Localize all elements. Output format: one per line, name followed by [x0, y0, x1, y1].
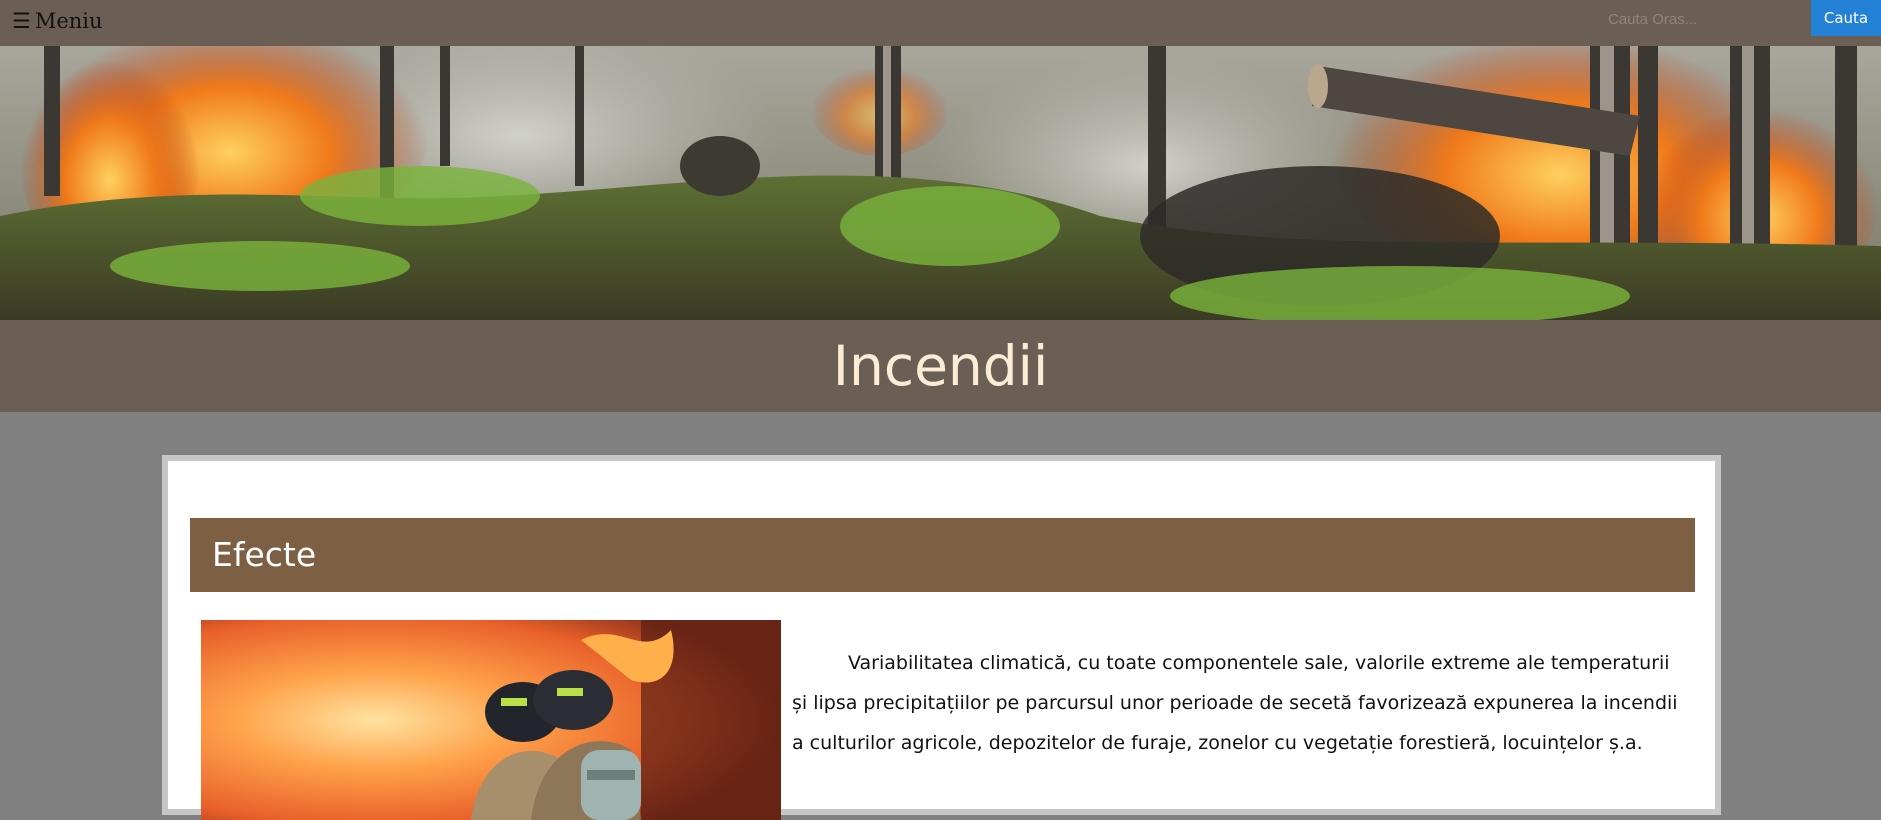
section-heading-bar: Efecte	[190, 518, 1695, 592]
menu-label: Meniu	[34, 9, 103, 33]
city-search-input[interactable]	[1594, 2, 1810, 36]
page-title: Incendii	[832, 334, 1049, 398]
search-button[interactable]: Cauta	[1811, 0, 1881, 36]
hero-banner-forest-fire-image	[0, 46, 1881, 320]
section-heading: Efecte	[212, 535, 317, 574]
top-navigation-bar: ☰ Meniu Cauta	[0, 0, 1881, 46]
effects-paragraph: Variabilitatea climatică, cu toate compo…	[792, 652, 1678, 754]
firefighters-image	[201, 620, 781, 820]
firefighters-in-flames-illustration	[201, 620, 781, 820]
forest-fire-illustration	[0, 46, 1881, 320]
menu-toggle[interactable]: ☰ Meniu	[12, 8, 103, 34]
page-title-band: Incendii	[0, 320, 1881, 412]
hamburger-menu-icon: ☰	[12, 9, 31, 33]
